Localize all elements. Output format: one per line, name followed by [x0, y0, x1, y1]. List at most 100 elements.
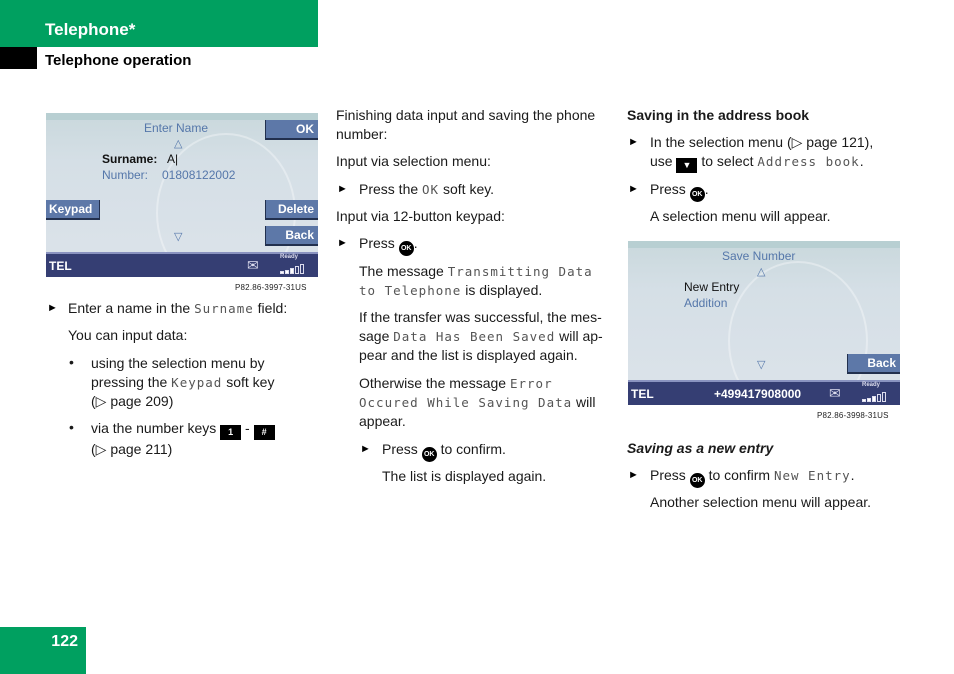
finishing-intro: Finishing data input and saving the phon… [336, 106, 595, 144]
phone-number: +499417908000 [714, 387, 802, 401]
step-bullet-icon: ► [337, 183, 348, 195]
keypad-softkey[interactable]: Keypad [46, 200, 100, 220]
step-select-address-book: In the selection menu (▷ page 121), use … [650, 133, 873, 173]
subsection-marker [0, 47, 37, 69]
text: Press [382, 441, 422, 457]
list-bullet-icon: • [69, 354, 74, 370]
step-bullet-icon: ► [337, 237, 348, 249]
number-value: 01808122002 [162, 168, 236, 182]
tel-label: TEL [49, 259, 72, 273]
page-ref-211[interactable]: (▷ page 211) [91, 440, 275, 459]
step-press-ok-confirm: Press OK to confirm. [382, 440, 506, 462]
text: . [850, 467, 855, 483]
transmitting-message-ref: Transmitting Data [447, 264, 593, 279]
text: pressing the [91, 374, 172, 390]
text: If the transfer was successful, the mes- [359, 309, 602, 325]
text: Otherwise the message [359, 375, 510, 391]
screen-top-band [46, 113, 318, 120]
selection-menu-result: A selection menu will appear. [650, 208, 831, 224]
input-via-keypad: Input via 12-button keypad: [336, 208, 505, 224]
address-book-ref: Address book [757, 154, 860, 169]
keypad-softkey-ref: Keypad [171, 375, 223, 390]
error-message-ref: Occured While Saving Data [359, 395, 573, 410]
message-error: Otherwise the message Error Occured Whil… [359, 374, 596, 431]
saved-message-ref: Data Has Been Saved [393, 329, 556, 344]
option-number-keys: via the number keys 1 - # (▷ page 211) [91, 419, 275, 459]
surname-field-ref: Surname [194, 301, 254, 316]
signal-strength-icon [280, 264, 304, 274]
option-selection-menu: using the selection menu by pressing the… [91, 354, 274, 411]
ready-label: Ready [280, 254, 299, 260]
ok-button-icon: OK [421, 447, 437, 462]
scroll-up-icon[interactable]: △ [757, 265, 765, 278]
surname-input[interactable]: A| [167, 152, 178, 166]
another-menu-result: Another selection menu will appear. [650, 494, 872, 510]
figure-caption: P82.86-3997-31US [235, 283, 307, 292]
scroll-up-icon[interactable]: △ [174, 137, 182, 150]
message-transmitting: The message Transmitting Data to Telepho… [359, 262, 593, 300]
delete-softkey[interactable]: Delete [265, 200, 318, 220]
text: . [704, 181, 709, 197]
text: Press [650, 467, 690, 483]
step-press-ok-softkey: Press the OK soft key. [359, 180, 494, 199]
page-ref-121[interactable]: In the selection menu (▷ page 121), [650, 133, 873, 152]
address-book-heading: Saving in the address book [627, 107, 810, 123]
step-press-ok-button: Press OK. [359, 234, 418, 256]
text: Press [650, 181, 690, 197]
scroll-down-icon[interactable]: ▽ [174, 230, 182, 243]
ok-softkey[interactable]: OK [265, 120, 318, 140]
ok-button-icon: OK [689, 473, 705, 488]
section-title: Telephone* [45, 20, 136, 39]
error-message-ref: Error [509, 376, 553, 391]
number-label: Number: [102, 168, 149, 182]
back-softkey[interactable]: Back [265, 226, 318, 246]
text: number: [336, 126, 388, 142]
message-success: If the transfer was successful, the mes-… [359, 308, 603, 365]
text: - [241, 420, 254, 436]
text: to confirm [704, 467, 774, 483]
scroll-down-icon[interactable]: ▽ [757, 358, 765, 371]
back-softkey[interactable]: Back [847, 354, 900, 374]
page-number-box: 122 [0, 627, 86, 674]
step-bullet-icon: ► [47, 302, 58, 314]
surname-label: Surname: [102, 152, 158, 166]
step-bullet-icon: ► [628, 136, 639, 148]
text: use [650, 153, 677, 169]
text: to select [697, 153, 758, 169]
key-hash-icon: # [253, 425, 275, 440]
screen-title: Save Number [722, 249, 796, 263]
page-ref-209[interactable]: (▷ page 209) [91, 392, 274, 411]
step-confirm-new-entry: Press OK to confirm New Entry. [650, 466, 855, 488]
text: will ap- [555, 328, 603, 344]
figure-caption: P82.86-3998-31US [817, 411, 889, 420]
text: Press the [359, 181, 423, 197]
text: . [859, 153, 864, 169]
step-bullet-icon: ► [628, 469, 639, 481]
text: pear and the list is displayed again. [359, 347, 578, 363]
list-displayed-result: The list is displayed again. [382, 468, 547, 484]
text: field: [253, 300, 288, 316]
text: via the number keys [91, 420, 221, 436]
step-bullet-icon: ► [628, 183, 639, 195]
text: using the selection menu by [91, 355, 265, 371]
menu-item-addition[interactable]: Addition [684, 296, 727, 310]
text: appear. [359, 413, 406, 429]
menu-item-new-entry[interactable]: New Entry [684, 280, 739, 294]
signal-strength-icon [862, 392, 886, 402]
ok-softkey-ref: OK [422, 182, 440, 197]
step-bullet-icon: ► [360, 443, 371, 455]
screen-title: Enter Name [144, 121, 209, 135]
text: Press [359, 235, 399, 251]
mail-icon: ✉ [247, 257, 259, 273]
text: is displayed. [461, 282, 543, 298]
status-bar: TEL +499417908000 ✉ Ready [628, 380, 900, 405]
step-enter-name: Enter a name in the Surname field: [68, 299, 287, 318]
screen-top-band [628, 241, 900, 248]
text: . [413, 235, 418, 251]
list-bullet-icon: • [69, 419, 74, 435]
new-entry-heading: Saving as a new entry [627, 440, 774, 456]
mail-icon: ✉ [829, 385, 841, 401]
input-via-menu: Input via selection menu: [336, 153, 491, 169]
text: Enter a name in the [68, 300, 195, 316]
text: to confirm. [436, 441, 506, 457]
